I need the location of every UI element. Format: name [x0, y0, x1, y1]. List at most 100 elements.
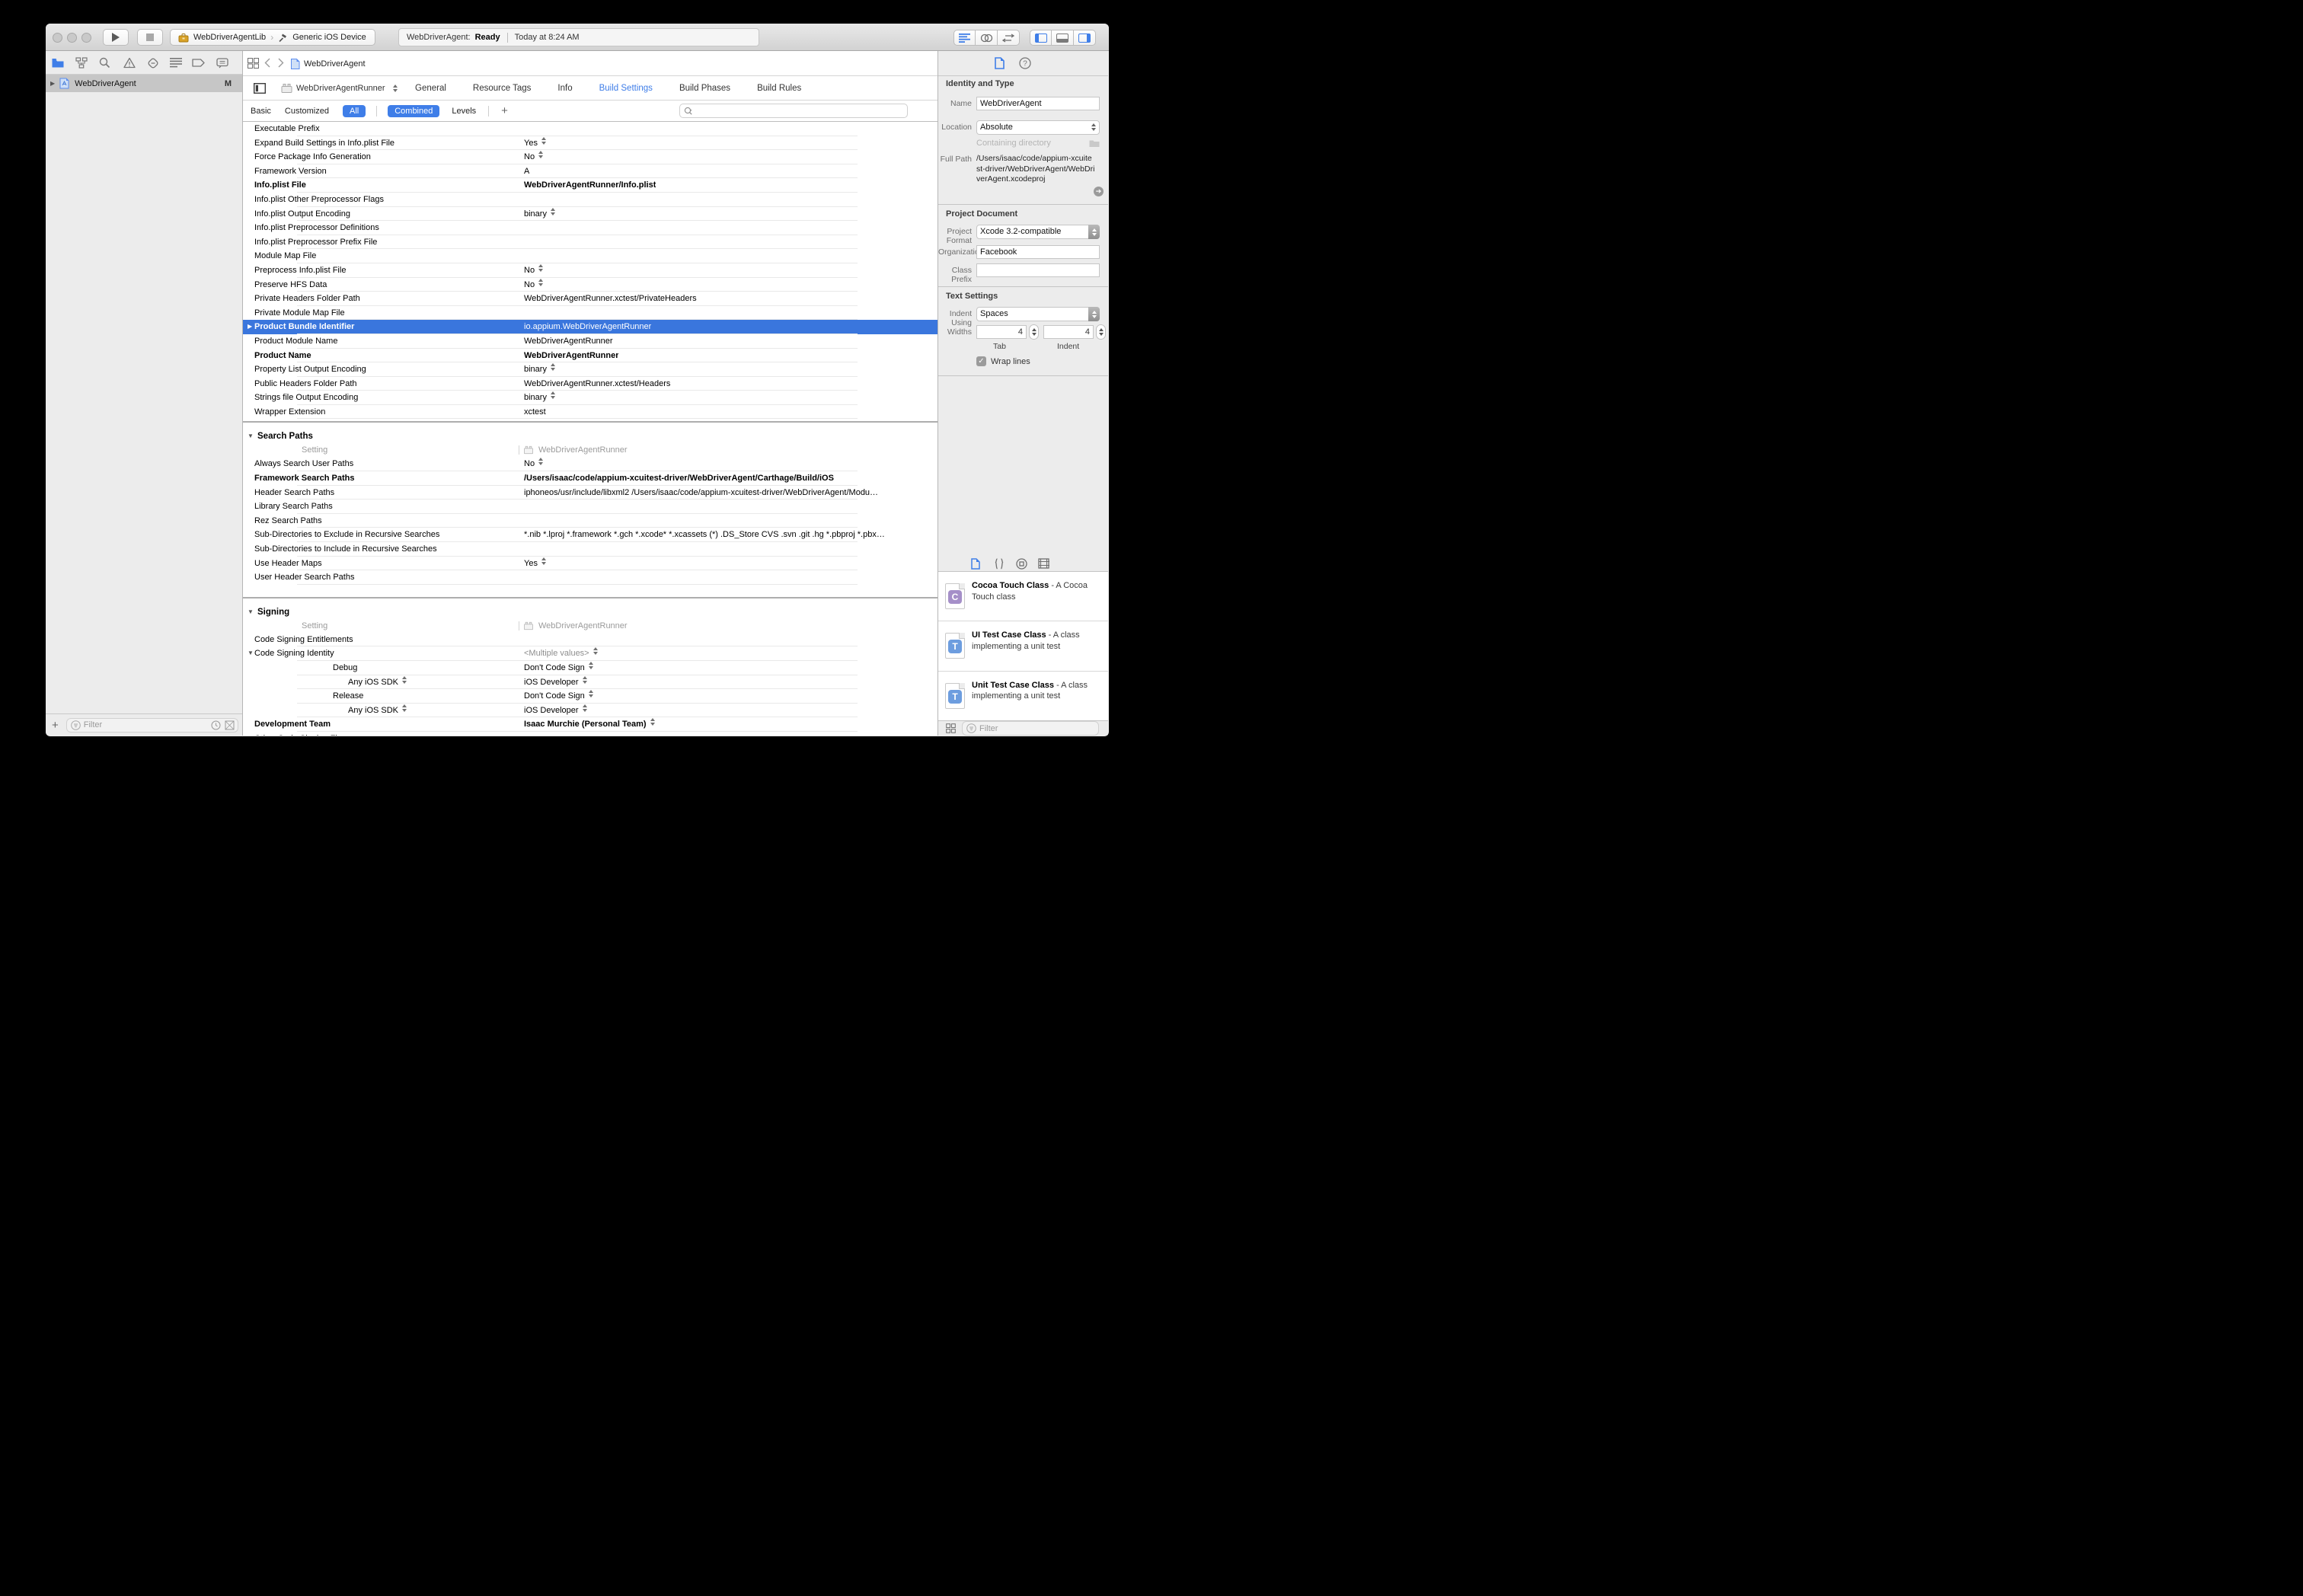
report-navigator-icon[interactable] [216, 56, 228, 69]
test-navigator-icon[interactable] [146, 56, 159, 69]
setting-value[interactable]: iphoneos/usr/include/libxml2 /Users/isaa… [524, 486, 878, 500]
tab-info[interactable]: Info [557, 84, 572, 93]
disclosure-triangle-icon[interactable]: ▼ [248, 605, 254, 620]
setting-row[interactable]: Header Search Paths iphoneos/usr/include/… [243, 486, 937, 500]
file-inspector-icon[interactable] [995, 57, 1005, 69]
setting-row[interactable]: Private Headers Folder Path WebDriverAgen… [243, 292, 937, 306]
setting-row[interactable]: Debug Don't Code Sign [243, 661, 937, 675]
tab-width-stepper[interactable] [1029, 324, 1039, 340]
section-header[interactable]: ▼ Search Paths [243, 429, 937, 444]
library-filter-field[interactable]: Filter [962, 721, 1099, 736]
template-card-unit-test-case-class[interactable]: T Unit Test Case Class - A class implemen… [938, 672, 1108, 721]
wrap-lines-checkbox[interactable]: ✓ [976, 356, 986, 366]
breakpoint-navigator-icon[interactable] [192, 56, 205, 69]
project-row[interactable]: ▶ WebDriverAgent M [46, 75, 242, 92]
setting-row[interactable]: Info.plist Preprocessor Prefix File [243, 235, 937, 250]
organization-field[interactable]: Facebook [976, 245, 1100, 259]
setting-row[interactable]: Library Search Paths [243, 500, 937, 514]
mode-levels[interactable]: Levels [452, 107, 476, 116]
issue-navigator-icon[interactable] [123, 56, 136, 69]
zoom-window-icon[interactable] [81, 32, 91, 43]
template-card-ui-test-case-class[interactable]: T UI Test Case Class - A class implementi… [938, 621, 1108, 672]
setting-row[interactable]: Product Name WebDriverAgentRunner [243, 349, 937, 363]
setting-row[interactable]: Info.plist Other Preprocessor Flags [243, 193, 937, 207]
template-card-cocoa-touch-class[interactable]: C Cocoa Touch Class - A Cocoa Touch class [938, 572, 1108, 622]
setting-value[interactable]: Yes [524, 136, 546, 151]
setting-row[interactable]: ▶ Product Bundle Identifier io.appium.WebD… [243, 320, 937, 334]
setting-row[interactable]: Module Map File [243, 249, 937, 263]
setting-value[interactable]: No [524, 150, 544, 164]
file-template-icon[interactable] [971, 558, 980, 570]
tab-build-phases[interactable]: Build Phases [679, 84, 730, 93]
location-dropdown[interactable]: Absolute [976, 120, 1100, 135]
quick-help-icon[interactable]: ? [1019, 57, 1031, 69]
tab-width-field[interactable]: 4 [976, 325, 1027, 339]
tab-resource-tags[interactable]: Resource Tags [473, 84, 532, 93]
scope-basic[interactable]: Basic [251, 107, 271, 116]
toggle-navigator-button[interactable] [1030, 30, 1052, 46]
setting-row[interactable]: Use Header Maps Yes [243, 557, 937, 571]
grid-icon[interactable] [946, 723, 956, 733]
setting-value[interactable]: binary [524, 207, 555, 222]
setting-value[interactable]: iOS Developer [524, 675, 587, 690]
setting-row[interactable]: Release Don't Code Sign [243, 689, 937, 704]
setting-row[interactable]: Any iOS SDK iOS Developer [243, 704, 937, 718]
navigator-filter-field[interactable]: Filter [65, 717, 238, 733]
project-format-dropdown[interactable]: Xcode 3.2-compatible [976, 225, 1100, 239]
setting-row[interactable]: Always Search User Paths No [243, 457, 937, 471]
setting-value[interactable]: Don't Code Sign [524, 661, 593, 675]
setting-value[interactable]: <Multiple values> [524, 646, 598, 661]
forward-icon[interactable] [278, 58, 284, 68]
setting-row[interactable]: Info.plist File WebDriverAgentRunner/Info… [243, 178, 937, 193]
scheme-selector[interactable]: WebDriverAgentLib › Generic iOS Device [170, 29, 375, 46]
toggle-inspector-button[interactable] [1074, 30, 1096, 46]
run-button[interactable] [103, 29, 129, 46]
toggle-debug-area-button[interactable] [1052, 30, 1074, 46]
close-window-icon[interactable] [53, 32, 62, 43]
setting-row[interactable]: Other Code Signing Flags [243, 732, 937, 736]
flag-box-icon[interactable] [225, 720, 235, 730]
setting-value[interactable]: xctest [524, 405, 546, 420]
assistant-editor-button[interactable] [976, 30, 998, 46]
setting-row[interactable]: Any iOS SDK iOS Developer [243, 675, 937, 690]
setting-value[interactable]: No [524, 457, 544, 471]
setting-row[interactable]: Sub-Directories to Exclude in Recursive … [243, 528, 937, 542]
setting-value[interactable]: *.nib *.lproj *.framework *.gch *.xcode*… [524, 528, 885, 542]
setting-row[interactable]: Development Team Isaac Murchie (Personal … [243, 717, 937, 732]
add-button[interactable]: + [52, 720, 59, 731]
setting-row[interactable]: Info.plist Preprocessor Definitions [243, 221, 937, 235]
setting-row[interactable]: Framework Version A [243, 164, 937, 179]
jumpbar-title[interactable]: WebDriverAgent [304, 59, 366, 69]
media-icon[interactable] [1038, 558, 1049, 569]
mode-combined[interactable]: Combined [388, 104, 440, 117]
section-header[interactable]: ▼ Signing [243, 605, 937, 620]
setting-value[interactable]: WebDriverAgentRunner.xctest/Headers [524, 377, 670, 391]
setting-row[interactable]: Wrapper Extension xctest [243, 405, 937, 420]
setting-row[interactable]: Strings file Output Encoding binary [243, 391, 937, 405]
setting-value[interactable]: iOS Developer [524, 704, 587, 718]
setting-value[interactable]: Don't Code Sign [524, 689, 593, 704]
tab-general[interactable]: General [415, 84, 446, 93]
standard-editor-button[interactable] [953, 30, 976, 46]
setting-value[interactable]: No [524, 278, 544, 292]
indent-using-dropdown[interactable]: Spaces [976, 307, 1100, 321]
setting-row[interactable]: ▼ Code Signing Identity <Multiple values> [243, 646, 937, 661]
object-icon[interactable] [1016, 558, 1027, 570]
setting-row[interactable]: Info.plist Output Encoding binary [243, 207, 937, 222]
back-icon[interactable] [264, 58, 270, 68]
setting-row[interactable]: Force Package Info Generation No [243, 150, 937, 164]
disclosure-triangle-icon[interactable]: ▼ [248, 429, 254, 444]
setting-row[interactable]: Rez Search Paths [243, 514, 937, 528]
setting-row[interactable]: Public Headers Folder Path WebDriverAgent… [243, 377, 937, 391]
related-items-icon[interactable] [248, 58, 259, 69]
class-prefix-field[interactable] [976, 263, 1100, 277]
jump-arrow-icon[interactable]: ➔ [1094, 187, 1104, 196]
setting-row[interactable]: Executable Prefix [243, 122, 937, 136]
setting-row[interactable]: Private Module Map File [243, 306, 937, 321]
debug-navigator-icon[interactable] [169, 56, 182, 69]
target-selector[interactable]: WebDriverAgentRunner [281, 76, 398, 101]
stop-button[interactable] [137, 29, 163, 46]
setting-row[interactable]: Property List Output Encoding binary [243, 362, 937, 377]
setting-value[interactable]: WebDriverAgentRunner [524, 349, 618, 363]
disclosure-triangle-icon[interactable]: ▶ [248, 320, 252, 334]
